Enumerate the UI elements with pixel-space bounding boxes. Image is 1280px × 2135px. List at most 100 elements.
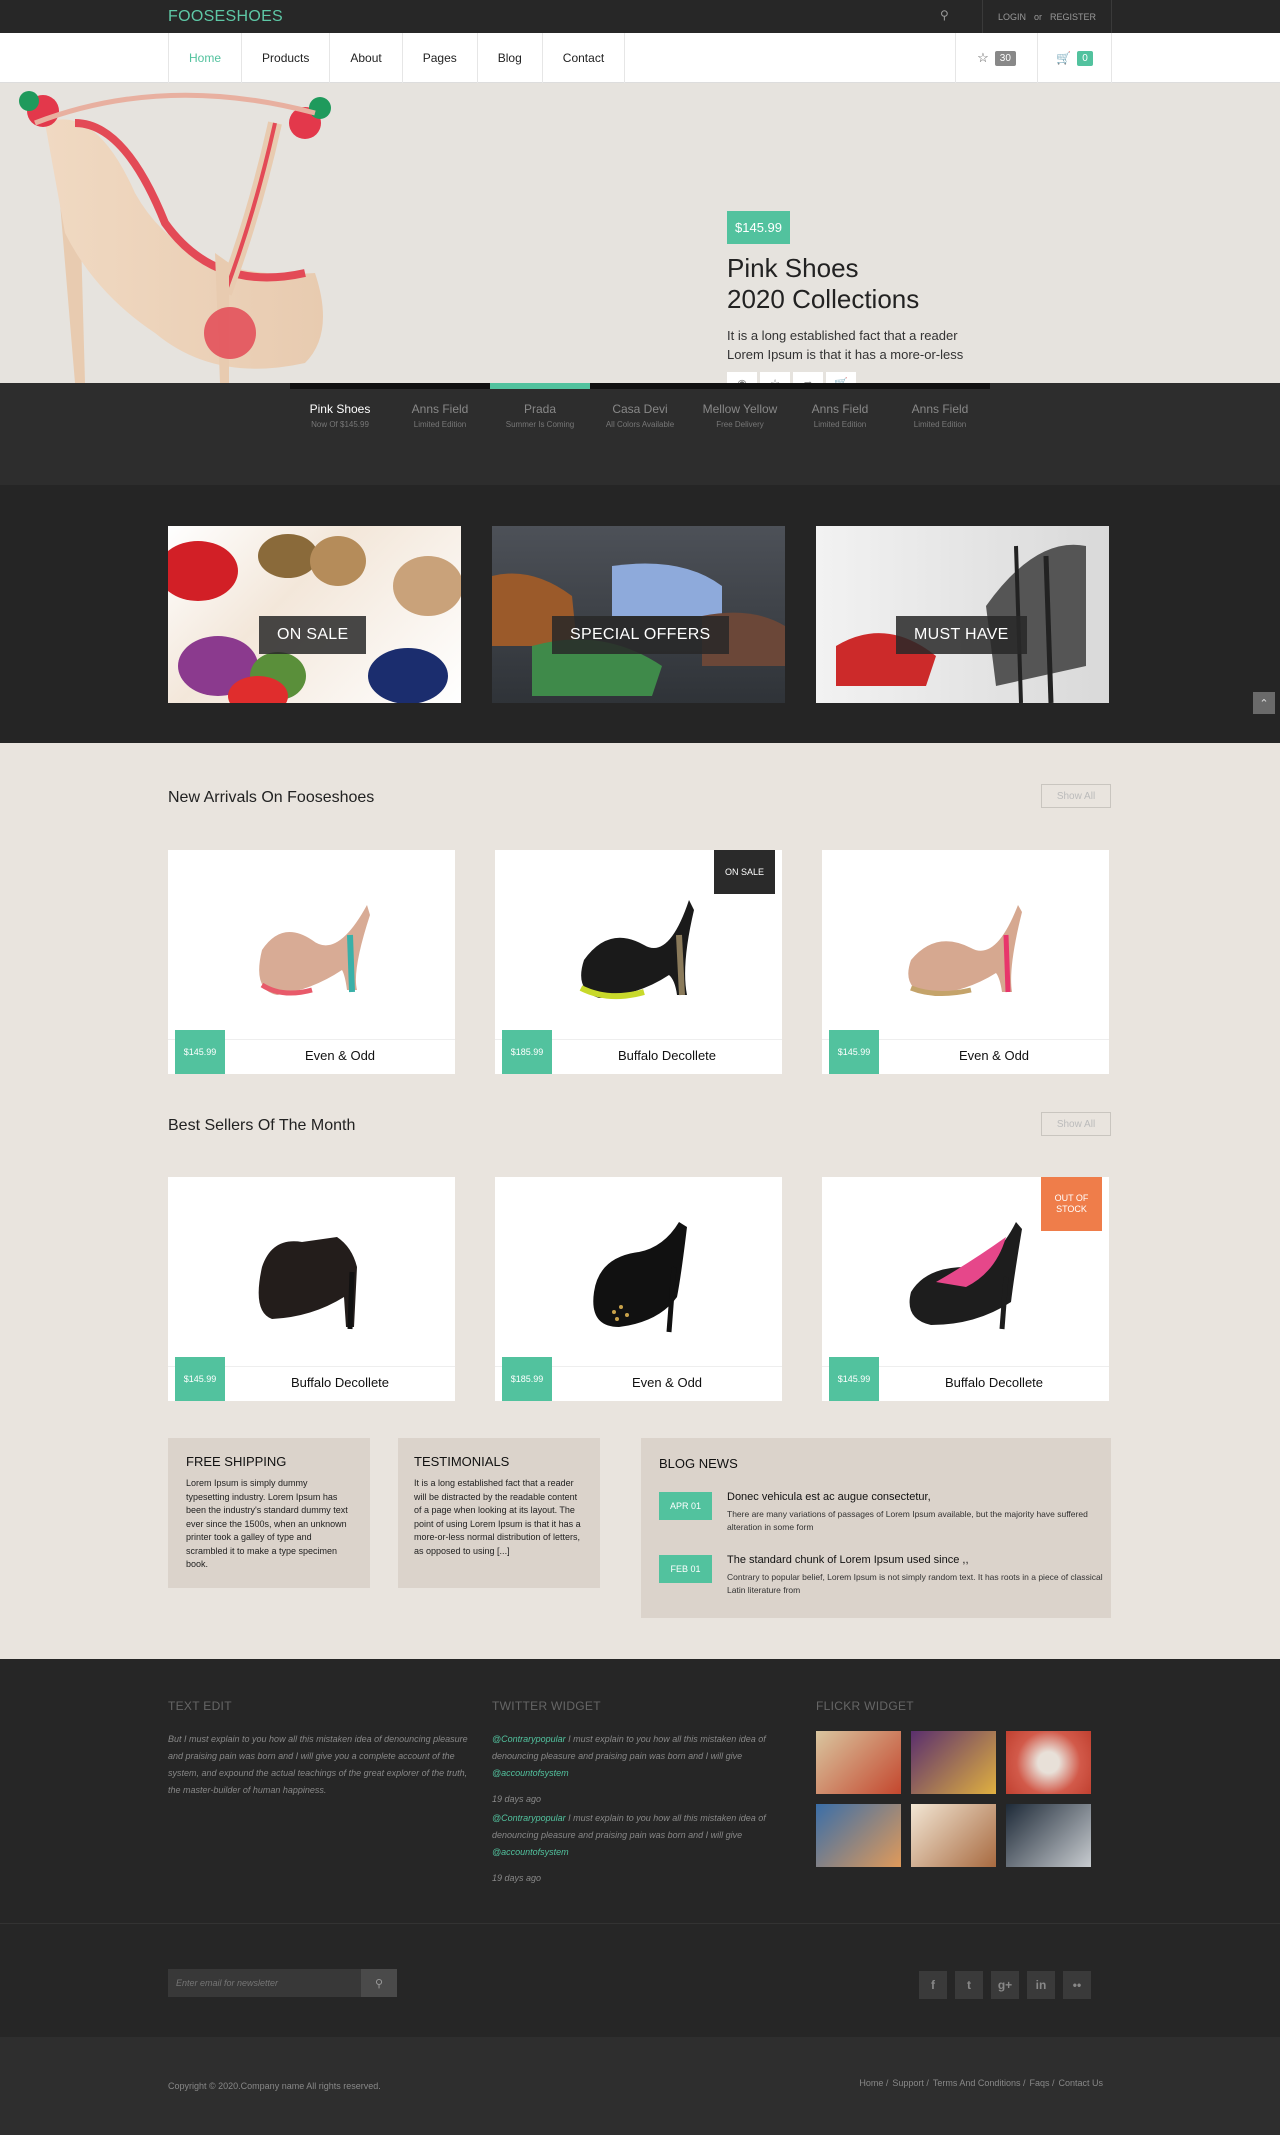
tweet-time: 19 days ago bbox=[492, 1873, 542, 1883]
cart-icon[interactable]: 🛒 bbox=[826, 372, 856, 383]
flickr-thumb[interactable] bbox=[816, 1731, 901, 1794]
product-card[interactable]: $185.99 Even & Odd bbox=[495, 1177, 782, 1401]
product-name[interactable]: Even & Odd bbox=[879, 1048, 1109, 1063]
newsletter-email-input[interactable] bbox=[168, 1969, 361, 1997]
footer-links: Home / Support / Terms And Conditions / … bbox=[859, 2078, 1103, 2088]
hero-title: Pink Shoes 2020 Collections bbox=[727, 253, 1027, 315]
category-image bbox=[492, 563, 785, 696]
tweet-handle[interactable]: @Contrarypopular bbox=[492, 1734, 566, 1744]
flickr-thumb[interactable] bbox=[816, 1804, 901, 1867]
logo[interactable]: FOOSESHOES bbox=[168, 8, 283, 26]
eye-icon[interactable]: ◉ bbox=[727, 372, 757, 383]
out-of-stock-tag: OUT OF STOCK bbox=[1041, 1177, 1102, 1231]
search-icon[interactable]: ⚲ bbox=[940, 8, 949, 22]
category-must-have[interactable]: MUST HAVE bbox=[816, 526, 1109, 703]
flickr-thumb[interactable] bbox=[911, 1804, 996, 1867]
product-price: $185.99 bbox=[502, 1357, 552, 1401]
show-all-button[interactable]: Show All bbox=[1041, 784, 1111, 808]
tweet-mention[interactable]: @accountofsystem bbox=[492, 1847, 569, 1857]
or-text: or bbox=[1033, 11, 1042, 22]
blog-post-title[interactable]: The standard chunk of Lorem Ipsum used s… bbox=[727, 1554, 1107, 1566]
blog-post-text: There are many variations of passages of… bbox=[727, 1509, 1088, 1532]
facebook-icon[interactable]: f bbox=[919, 1971, 947, 1999]
footer-link-home[interactable]: Home / bbox=[859, 2078, 888, 2088]
slider-tab[interactable]: Prada Summer Is Coming bbox=[490, 383, 590, 433]
box-title: BLOG NEWS bbox=[659, 1456, 738, 1471]
testimonials-box: TESTIMONIALS It is a long established fa… bbox=[398, 1438, 600, 1588]
show-all-button[interactable]: Show All bbox=[1041, 1112, 1111, 1136]
footer-link-contact[interactable]: Contact Us bbox=[1058, 2078, 1103, 2088]
slider-tab-title: Anns Field bbox=[411, 402, 469, 416]
tweet-mention[interactable]: @accountofsystem bbox=[492, 1768, 569, 1778]
slider-tab[interactable]: Mellow Yellow Free Delivery bbox=[690, 383, 790, 433]
box-text: Lorem Ipsum is simply dummy typesetting … bbox=[186, 1478, 348, 1569]
slider-tab[interactable]: Anns Field Limited Edition bbox=[390, 383, 490, 433]
nav-contact[interactable]: Contact bbox=[541, 33, 626, 83]
footer-link-faqs[interactable]: Faqs / bbox=[1029, 2078, 1054, 2088]
register-link[interactable]: REGISTER bbox=[1050, 12, 1096, 22]
twitter-icon[interactable]: t bbox=[955, 1971, 983, 1999]
slider-tab-sub: Limited Edition bbox=[813, 420, 867, 429]
newsletter-submit-button[interactable]: ⚲ bbox=[361, 1969, 397, 1997]
blog-post-text: Contrary to popular belief, Lorem Ipsum … bbox=[727, 1572, 1103, 1595]
product-image bbox=[168, 1177, 455, 1366]
hero-shoe-image bbox=[19, 91, 331, 383]
hero-actions: ◉ ☆ ➦ 🛒 bbox=[727, 372, 856, 383]
flickr-icon[interactable]: •• bbox=[1063, 1971, 1091, 1999]
nav-about[interactable]: About bbox=[329, 33, 401, 83]
category-on-sale[interactable]: ON SALE bbox=[168, 526, 461, 703]
hero-title-line2: 2020 Collections bbox=[727, 284, 920, 314]
nav-products[interactable]: Products bbox=[241, 33, 329, 83]
product-image bbox=[168, 850, 455, 1039]
login-link[interactable]: LOGIN bbox=[998, 12, 1026, 22]
slider-tab[interactable]: Pink Shoes Now Of $145.99 bbox=[290, 383, 390, 433]
blog-post-title[interactable]: Donec vehicula est ac augue consectetur, bbox=[727, 1491, 1107, 1503]
slider-tab-sub: All Colors Available bbox=[605, 420, 675, 429]
cart-button[interactable]: 🛒 0 bbox=[1037, 33, 1112, 83]
category-image bbox=[168, 534, 461, 703]
product-card[interactable]: $145.99 Even & Odd bbox=[822, 850, 1109, 1074]
footer-link-terms[interactable]: Terms And Conditions / bbox=[933, 2078, 1026, 2088]
product-name[interactable]: Buffalo Decollete bbox=[879, 1375, 1109, 1390]
newsletter-band: ⚲ f t g+ in •• bbox=[0, 1923, 1280, 2037]
product-card[interactable]: ON SALE $185.99 Buffalo Decollete bbox=[495, 850, 782, 1074]
product-name[interactable]: Even & Odd bbox=[225, 1048, 455, 1063]
product-name[interactable]: Even & Odd bbox=[552, 1375, 782, 1390]
on-sale-tag: ON SALE bbox=[714, 850, 775, 894]
category-band: ON SALE SPECIAL OFFERS MUST HAVE bbox=[0, 485, 1280, 743]
star-icon[interactable]: ☆ bbox=[760, 372, 790, 383]
share-icon[interactable]: ➦ bbox=[793, 372, 823, 383]
product-name[interactable]: Buffalo Decollete bbox=[552, 1048, 782, 1063]
product-name[interactable]: Buffalo Decollete bbox=[225, 1375, 455, 1390]
linkedin-icon[interactable]: in bbox=[1027, 1971, 1055, 1999]
product-price: $145.99 bbox=[829, 1030, 879, 1074]
category-special-offers[interactable]: SPECIAL OFFERS bbox=[492, 526, 785, 703]
product-image bbox=[495, 1177, 782, 1366]
slider-tab-sub: Limited Edition bbox=[913, 420, 967, 429]
flickr-thumb[interactable] bbox=[1006, 1804, 1091, 1867]
slider-tab-title: Pink Shoes bbox=[309, 402, 371, 416]
wishlist-button[interactable]: ☆ 30 bbox=[955, 33, 1037, 83]
product-card[interactable]: $145.99 Buffalo Decollete bbox=[168, 1177, 455, 1401]
footer-link-support[interactable]: Support / bbox=[892, 2078, 929, 2088]
slider-tab-sub: Limited Edition bbox=[413, 420, 467, 429]
category-image bbox=[836, 544, 1086, 703]
hero-banner: $145.99 Pink Shoes 2020 Collections It i… bbox=[0, 83, 1280, 383]
text-edit-content: But I must explain to you how all this m… bbox=[168, 1734, 468, 1795]
slider-tab[interactable]: Anns Field Limited Edition bbox=[890, 383, 990, 433]
tweet-handle[interactable]: @Contrarypopular bbox=[492, 1813, 566, 1823]
flickr-thumb[interactable] bbox=[1006, 1731, 1091, 1794]
scroll-to-top-button[interactable]: ⌃ bbox=[1253, 692, 1275, 714]
slider-tabs: Pink Shoes Now Of $145.99 Anns Field Limit… bbox=[290, 383, 990, 433]
copyright-band: Copyright © 2020.Company name All rights… bbox=[0, 2037, 1280, 2135]
product-card[interactable]: OUT OF STOCK $145.99 Buffalo Decollete bbox=[822, 1177, 1109, 1401]
slider-tab[interactable]: Casa Devi All Colors Available bbox=[590, 383, 690, 433]
nav-pages[interactable]: Pages bbox=[401, 33, 477, 83]
nav-blog[interactable]: Blog bbox=[476, 33, 542, 83]
flickr-thumb[interactable] bbox=[911, 1731, 996, 1794]
search-icon: ⚲ bbox=[374, 1977, 384, 1990]
google-plus-icon[interactable]: g+ bbox=[991, 1971, 1019, 1999]
nav-home[interactable]: Home bbox=[168, 33, 241, 83]
product-card[interactable]: $145.99 Even & Odd bbox=[168, 850, 455, 1074]
slider-tab[interactable]: Anns Field Limited Edition bbox=[790, 383, 890, 433]
